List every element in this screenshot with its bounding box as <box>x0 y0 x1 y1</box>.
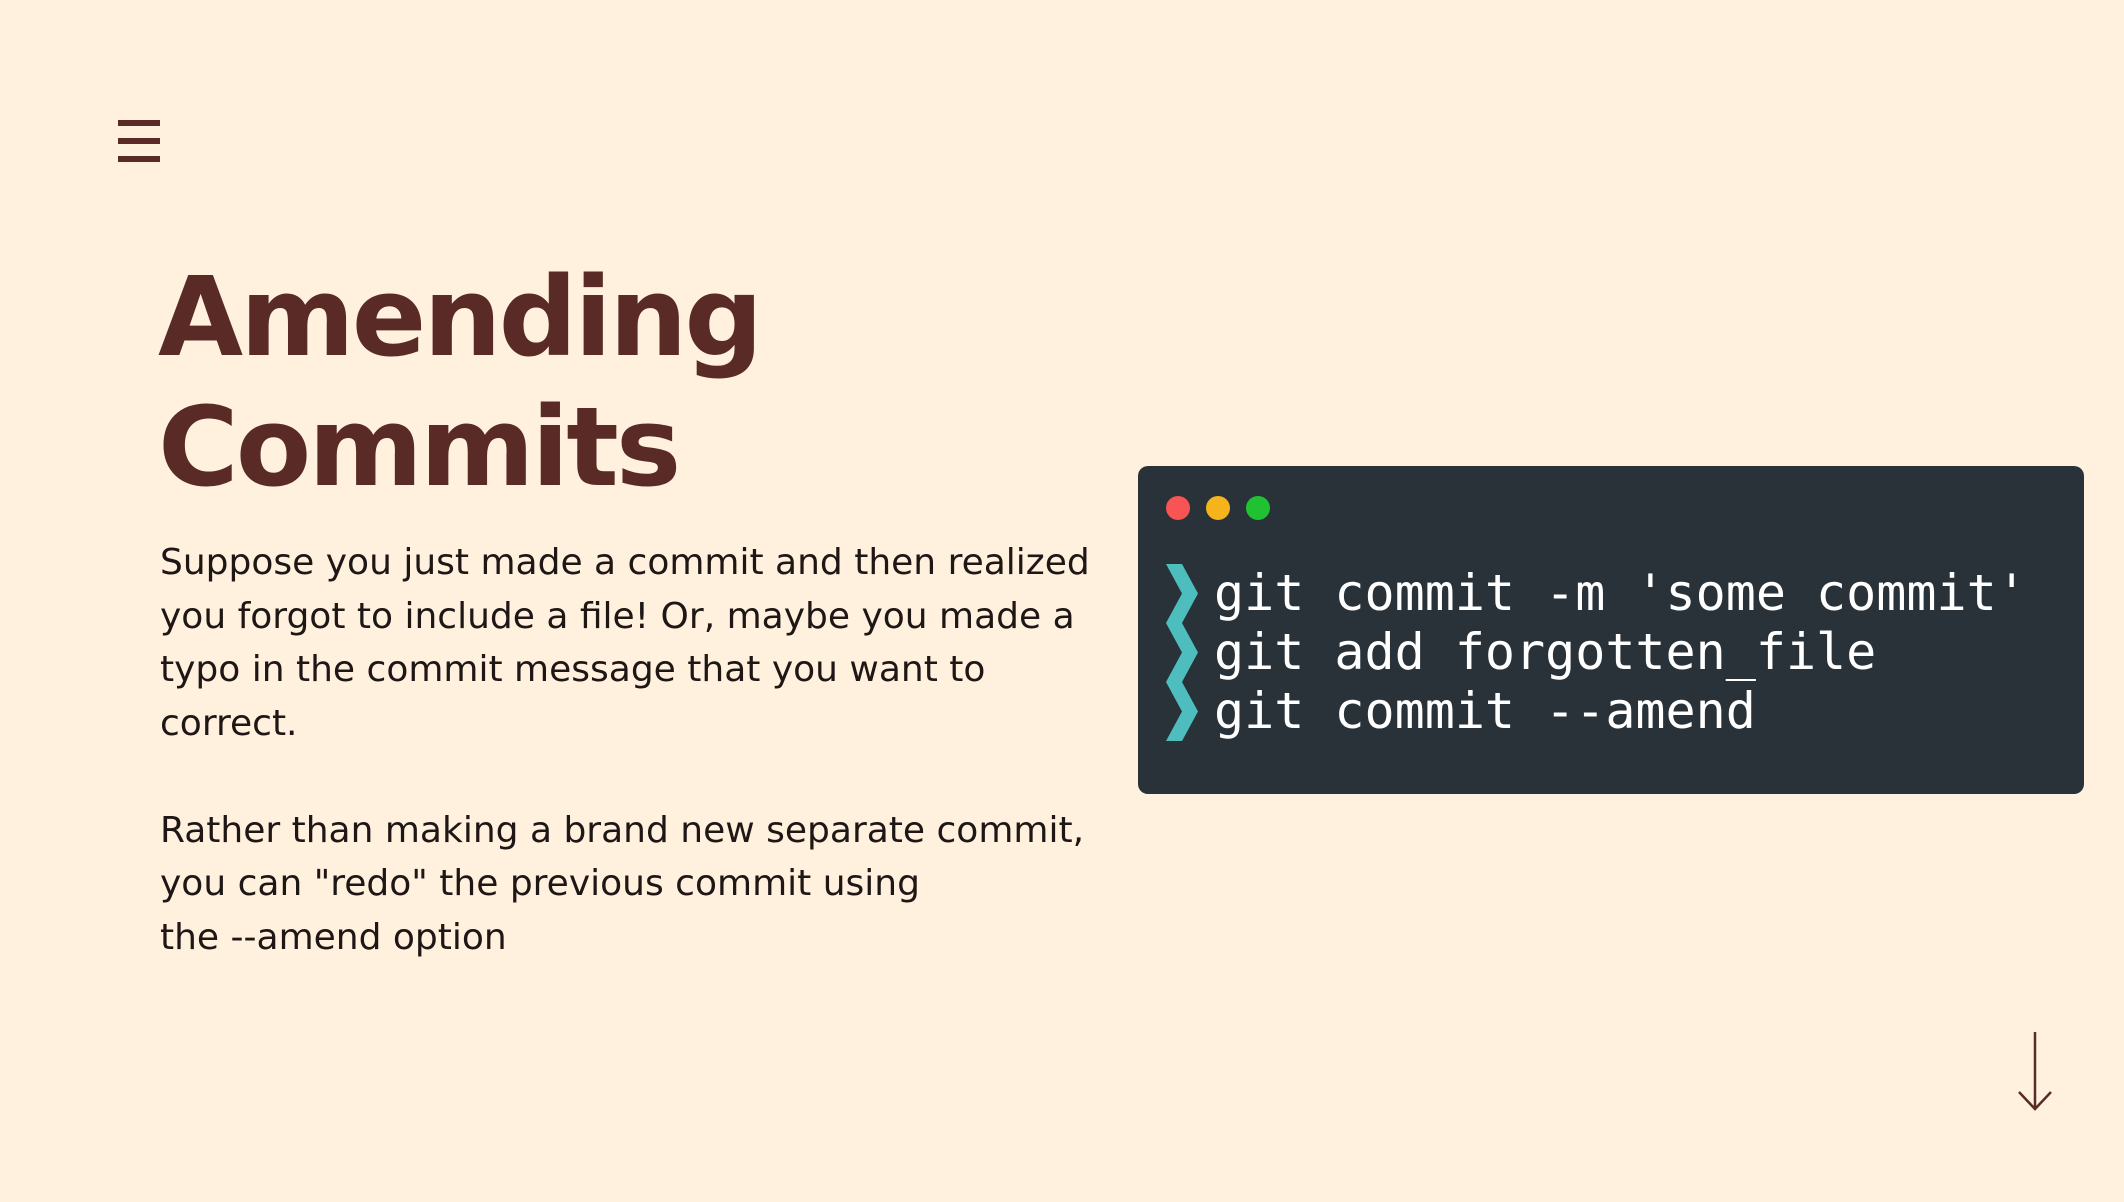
hamburger-menu-icon[interactable] <box>116 118 164 164</box>
terminal-command: git commit -m 'some commit' <box>1214 564 2027 622</box>
text-line: Suppose you just made a commit and then … <box>160 542 1090 583</box>
text-line: you forgot to include a file! Or, maybe … <box>160 595 1075 637</box>
terminal-content: git commit -m 'some commit' git add forg… <box>1164 564 2027 741</box>
arrow-down-icon[interactable] <box>2016 1030 2054 1112</box>
chevron-right-icon <box>1166 682 1198 741</box>
terminal-line: git commit -m 'some commit' <box>1164 564 2027 623</box>
chevron-right-icon <box>1166 564 1198 623</box>
terminal-window: git commit -m 'some commit' git add forg… <box>1138 466 2084 794</box>
window-minimize-dot <box>1206 496 1230 520</box>
text-line: Rather than making a brand new separate … <box>160 809 1085 851</box>
title-line: Amending <box>158 253 763 381</box>
window-maximize-dot <box>1246 496 1270 520</box>
menu-bar-bottom <box>118 156 160 162</box>
chevron-right-icon <box>1166 623 1198 682</box>
terminal-command: git commit --amend <box>1214 682 1756 740</box>
text-line: the --amend option <box>160 916 507 958</box>
paragraph-intro: Suppose you just made a commit and then … <box>160 536 1090 750</box>
text-line: typo in the commit message that you want… <box>160 649 986 690</box>
menu-bar-middle <box>118 138 160 144</box>
window-close-dot <box>1166 496 1190 520</box>
terminal-line: git add forgotten_file <box>1164 623 2027 682</box>
page-title: Amending Commits <box>158 252 918 512</box>
title-line: Commits <box>158 383 681 511</box>
description-text: Suppose you just made a commit and then … <box>160 536 1090 965</box>
text-line: you can "redo" the previous commit using <box>160 863 920 904</box>
text-line: correct. <box>160 702 298 744</box>
paragraph-amend: Rather than making a brand new separate … <box>160 804 1085 965</box>
menu-bar-top <box>118 120 160 126</box>
terminal-command: git add forgotten_file <box>1214 623 1877 681</box>
terminal-line: git commit --amend <box>1164 682 2027 741</box>
